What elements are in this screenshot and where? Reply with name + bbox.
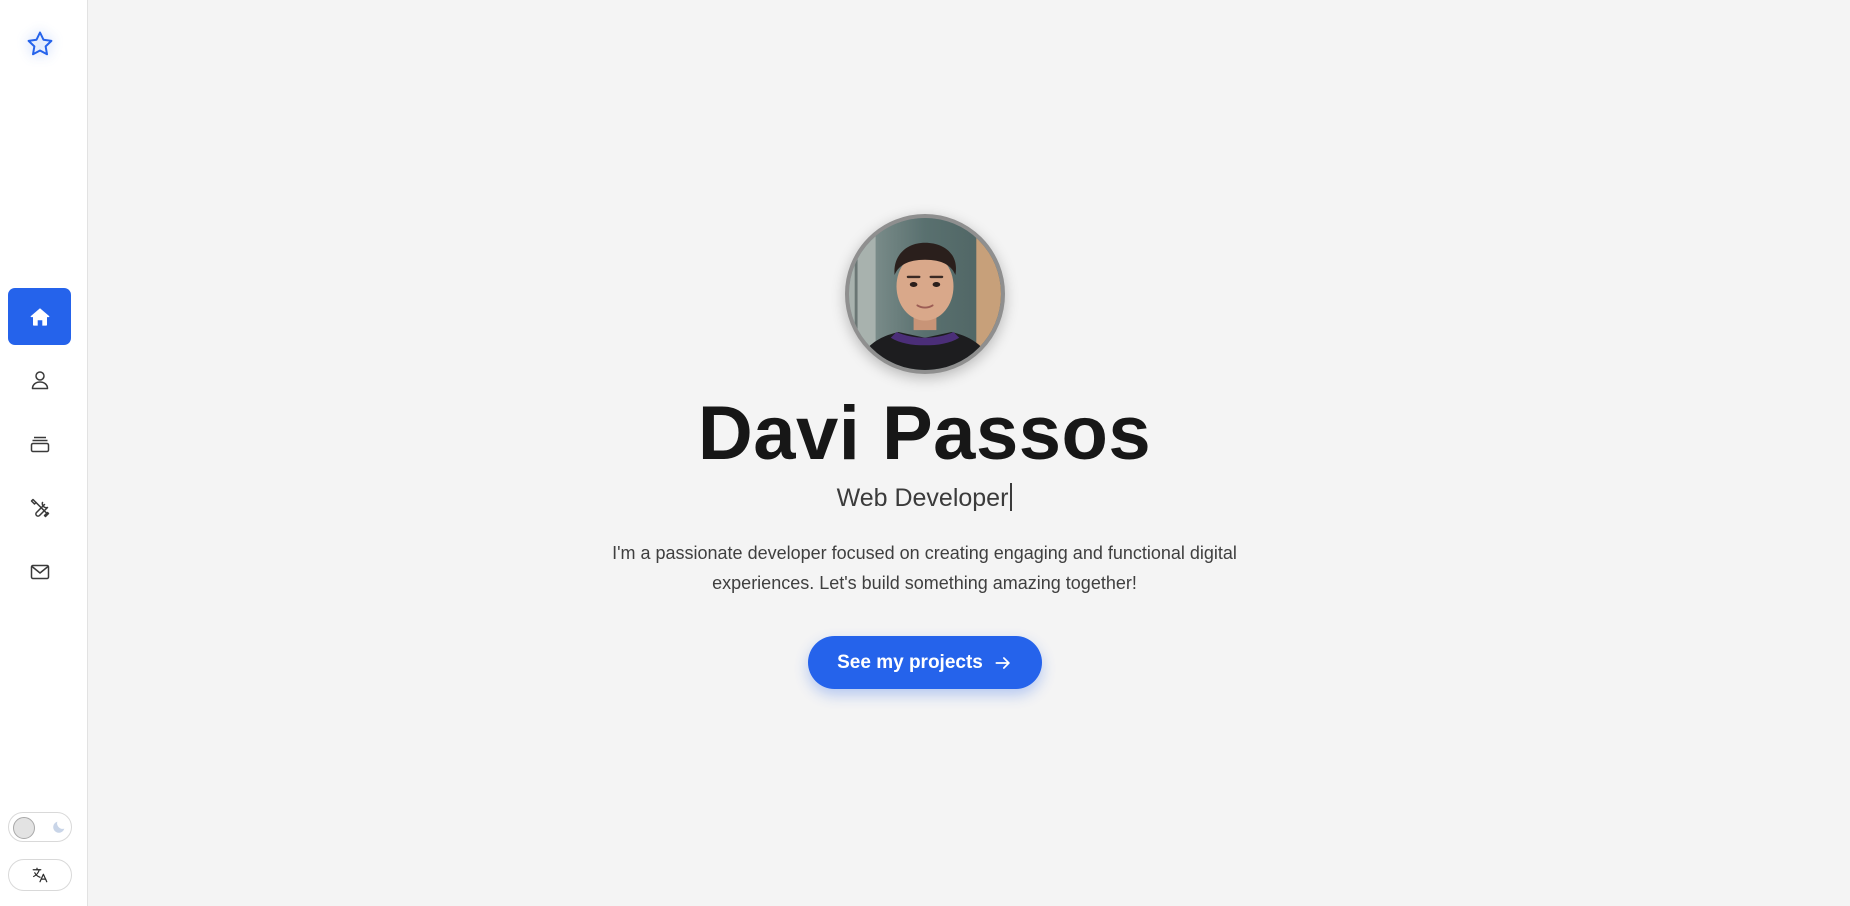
moon-icon <box>53 821 65 833</box>
hero-section: Davi Passos Web Developer I'm a passiona… <box>88 0 1850 906</box>
arrow-right-icon <box>995 656 1010 669</box>
sidebar-item-about[interactable] <box>8 351 71 408</box>
theme-toggle[interactable] <box>8 812 72 842</box>
sidebar <box>0 0 88 906</box>
language-button[interactable] <box>8 859 72 891</box>
hero-name: Davi Passos <box>697 391 1152 476</box>
home-icon <box>30 307 49 326</box>
translate-icon <box>32 867 48 883</box>
see-projects-button[interactable]: See my projects <box>808 636 1042 689</box>
star-icon[interactable] <box>20 24 60 64</box>
tools-icon <box>30 498 49 517</box>
sidebar-item-skills[interactable] <box>8 479 71 536</box>
toggle-knob <box>13 817 35 839</box>
user-icon <box>31 370 48 389</box>
see-projects-label: See my projects <box>837 651 983 673</box>
sidebar-item-home[interactable] <box>8 288 71 345</box>
hero-bio: I'm a passionate developer focused on cr… <box>612 543 1237 593</box>
typing-caret <box>1010 483 1013 511</box>
hero-role-text: Web Developer <box>836 484 1009 512</box>
hero-role: Web Developer <box>88 483 1761 513</box>
sidebar-item-contact[interactable] <box>8 543 71 600</box>
mail-icon <box>30 564 49 579</box>
sidebar-item-projects[interactable] <box>8 415 71 472</box>
archive-icon <box>30 436 49 452</box>
avatar <box>845 214 1005 374</box>
